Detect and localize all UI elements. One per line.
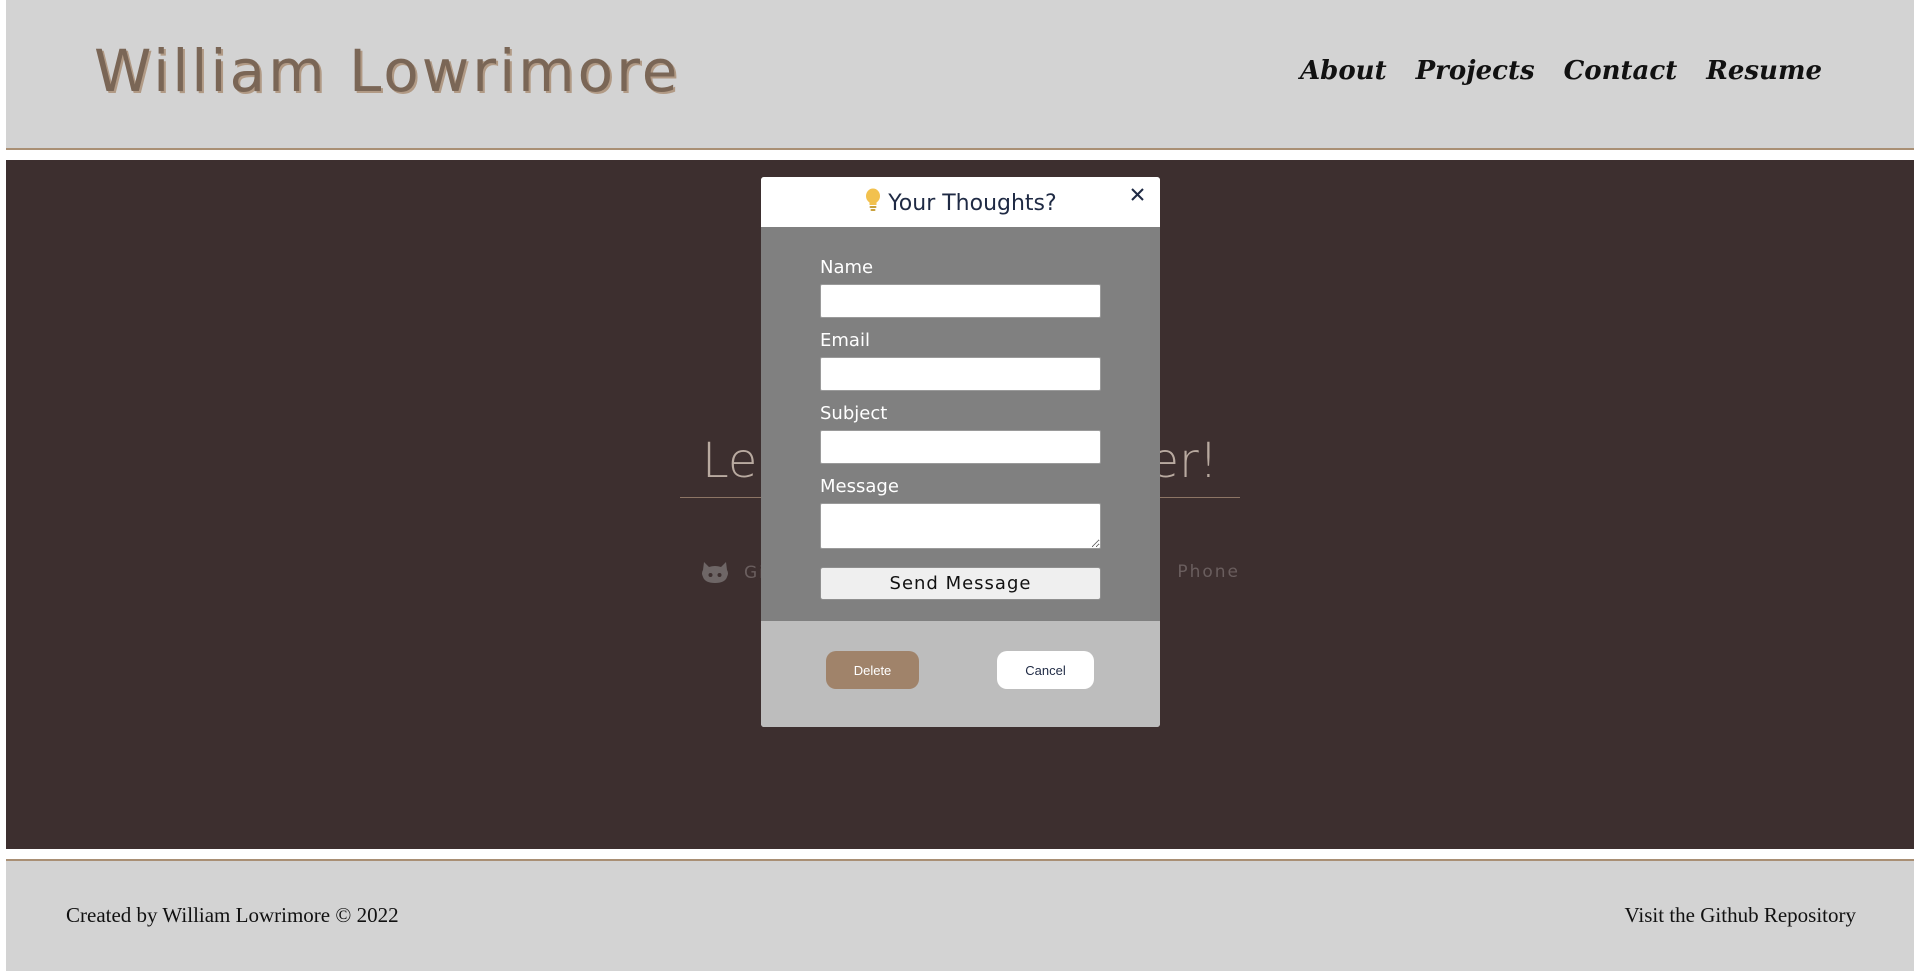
footer-credit: Created by William Lowrimore © 2022 bbox=[66, 903, 399, 927]
main-nav: About Projects Contact Resume bbox=[1300, 56, 1822, 86]
message-textarea[interactable] bbox=[820, 503, 1101, 549]
close-icon[interactable] bbox=[1128, 185, 1148, 205]
name-label: Name bbox=[820, 257, 874, 278]
github-link[interactable]: Gi bbox=[700, 560, 766, 586]
modal-title-text: Your Thoughts? bbox=[888, 190, 1057, 216]
site-footer: Created by William Lowrimore © 2022 Visi… bbox=[6, 859, 1914, 971]
subject-input[interactable] bbox=[820, 430, 1101, 464]
site-header: William Lowrimore About Projects Contact… bbox=[6, 0, 1914, 150]
email-label: Email bbox=[820, 330, 870, 351]
modal-footer: Delete Cancel bbox=[761, 621, 1160, 727]
site-title: William Lowrimore bbox=[94, 37, 681, 105]
contact-form: Name Email Subject Message Send Message bbox=[761, 227, 1160, 621]
modal-title: Your Thoughts? bbox=[761, 188, 1160, 218]
nav-contact-link[interactable]: Contact bbox=[1564, 56, 1678, 86]
nav-projects-link[interactable]: Projects bbox=[1416, 56, 1535, 86]
nav-about-link[interactable]: About bbox=[1300, 56, 1387, 86]
modal-header: Your Thoughts? bbox=[761, 177, 1160, 227]
delete-button[interactable]: Delete bbox=[826, 651, 919, 689]
name-input[interactable] bbox=[820, 284, 1101, 318]
phone-link[interactable]: Phone bbox=[1177, 562, 1240, 582]
send-message-button[interactable]: Send Message bbox=[820, 567, 1101, 600]
message-label: Message bbox=[820, 476, 899, 497]
github-repo-link[interactable]: Visit the Github Repository bbox=[1625, 903, 1856, 928]
subject-label: Subject bbox=[820, 403, 888, 424]
contact-modal: Your Thoughts? Name Email Subject Messag… bbox=[761, 177, 1160, 727]
nav-resume-link[interactable]: Resume bbox=[1706, 56, 1822, 86]
cancel-button[interactable]: Cancel bbox=[997, 651, 1094, 689]
contact-heading-left: Le bbox=[702, 433, 758, 489]
email-input[interactable] bbox=[820, 357, 1101, 391]
lightbulb-icon bbox=[864, 188, 882, 218]
github-icon bbox=[700, 560, 730, 586]
